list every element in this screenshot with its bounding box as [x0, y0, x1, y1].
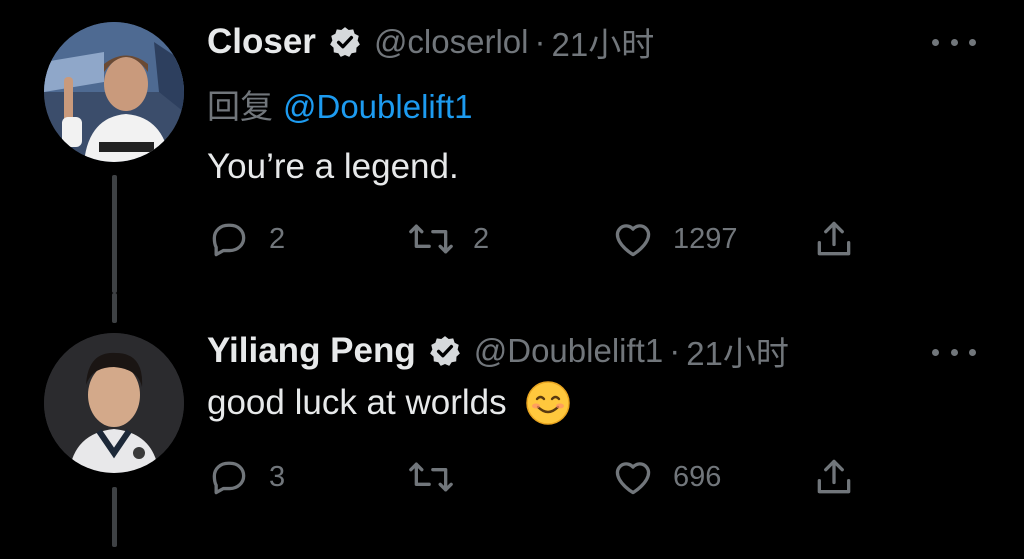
share-button[interactable] [812, 214, 856, 264]
timestamp[interactable]: 21小时 [686, 327, 789, 375]
like-button[interactable]: 1297 [611, 214, 738, 264]
smiling-face-emoji-icon [525, 380, 571, 426]
reply-prefix: 回复 [207, 88, 273, 125]
heart-icon [611, 455, 655, 499]
like-count: 1297 [673, 222, 738, 255]
avatar-doublelift[interactable] [44, 333, 184, 473]
reply-button[interactable]: 2 [207, 214, 285, 264]
tweet-text: You’re a legend. [207, 147, 459, 187]
tweet-doublelift[interactable]: Yiliang Peng @Doublelift1 · 21小时 good lu… [0, 293, 1024, 559]
retweet-count: 2 [473, 222, 490, 255]
handle[interactable]: @Doublelift1 [474, 332, 663, 370]
share-icon [812, 217, 856, 261]
action-bar: 2 2 1297 [207, 214, 867, 264]
share-button[interactable] [812, 452, 856, 502]
reply-count: 2 [269, 222, 286, 255]
display-name[interactable]: Closer [207, 22, 316, 62]
tweet-header: Closer @closerlol · 21小时 [207, 19, 654, 65]
separator: · [534, 23, 546, 60]
reply-icon [207, 217, 251, 261]
thread-connector [112, 175, 117, 293]
reply-count: 3 [269, 460, 286, 493]
retweet-icon [407, 455, 455, 499]
handle[interactable]: @closerlol [374, 23, 529, 61]
reply-to-link[interactable]: @Doublelift1 [283, 88, 472, 125]
verified-badge-icon [328, 25, 362, 59]
avatar-closer-image [44, 22, 184, 162]
thread-connector [112, 487, 117, 547]
verified-badge-icon [428, 334, 462, 368]
replying-to: 回复 @Doublelift1 [207, 80, 472, 128]
share-icon [812, 455, 856, 499]
retweet-button[interactable]: 2 [407, 214, 489, 264]
tweet-text-content: good luck at worlds [207, 383, 507, 422]
tweet-text-content: You’re a legend. [207, 147, 459, 186]
tweet-text: good luck at worlds [207, 380, 571, 426]
tweet-closer[interactable]: Closer @closerlol · 21小时 回复 @Doublelift1 … [0, 0, 1024, 300]
more-options-icon[interactable] [932, 32, 976, 52]
avatar-doublelift-image [44, 333, 184, 473]
separator: · [669, 332, 681, 369]
retweet-icon [407, 217, 455, 261]
more-options-icon[interactable] [932, 342, 976, 362]
timestamp[interactable]: 21小时 [551, 18, 654, 66]
heart-icon [611, 217, 655, 261]
retweet-button[interactable] [407, 452, 455, 502]
reply-icon [207, 455, 251, 499]
thread-connector-top [112, 293, 117, 323]
reply-button[interactable]: 3 [207, 452, 285, 502]
action-bar: 3 696 [207, 452, 867, 502]
like-button[interactable]: 696 [611, 452, 721, 502]
tweet-header: Yiliang Peng @Doublelift1 · 21小时 [207, 328, 789, 374]
avatar-closer[interactable] [44, 22, 184, 162]
display-name[interactable]: Yiliang Peng [207, 331, 416, 371]
like-count: 696 [673, 460, 722, 493]
